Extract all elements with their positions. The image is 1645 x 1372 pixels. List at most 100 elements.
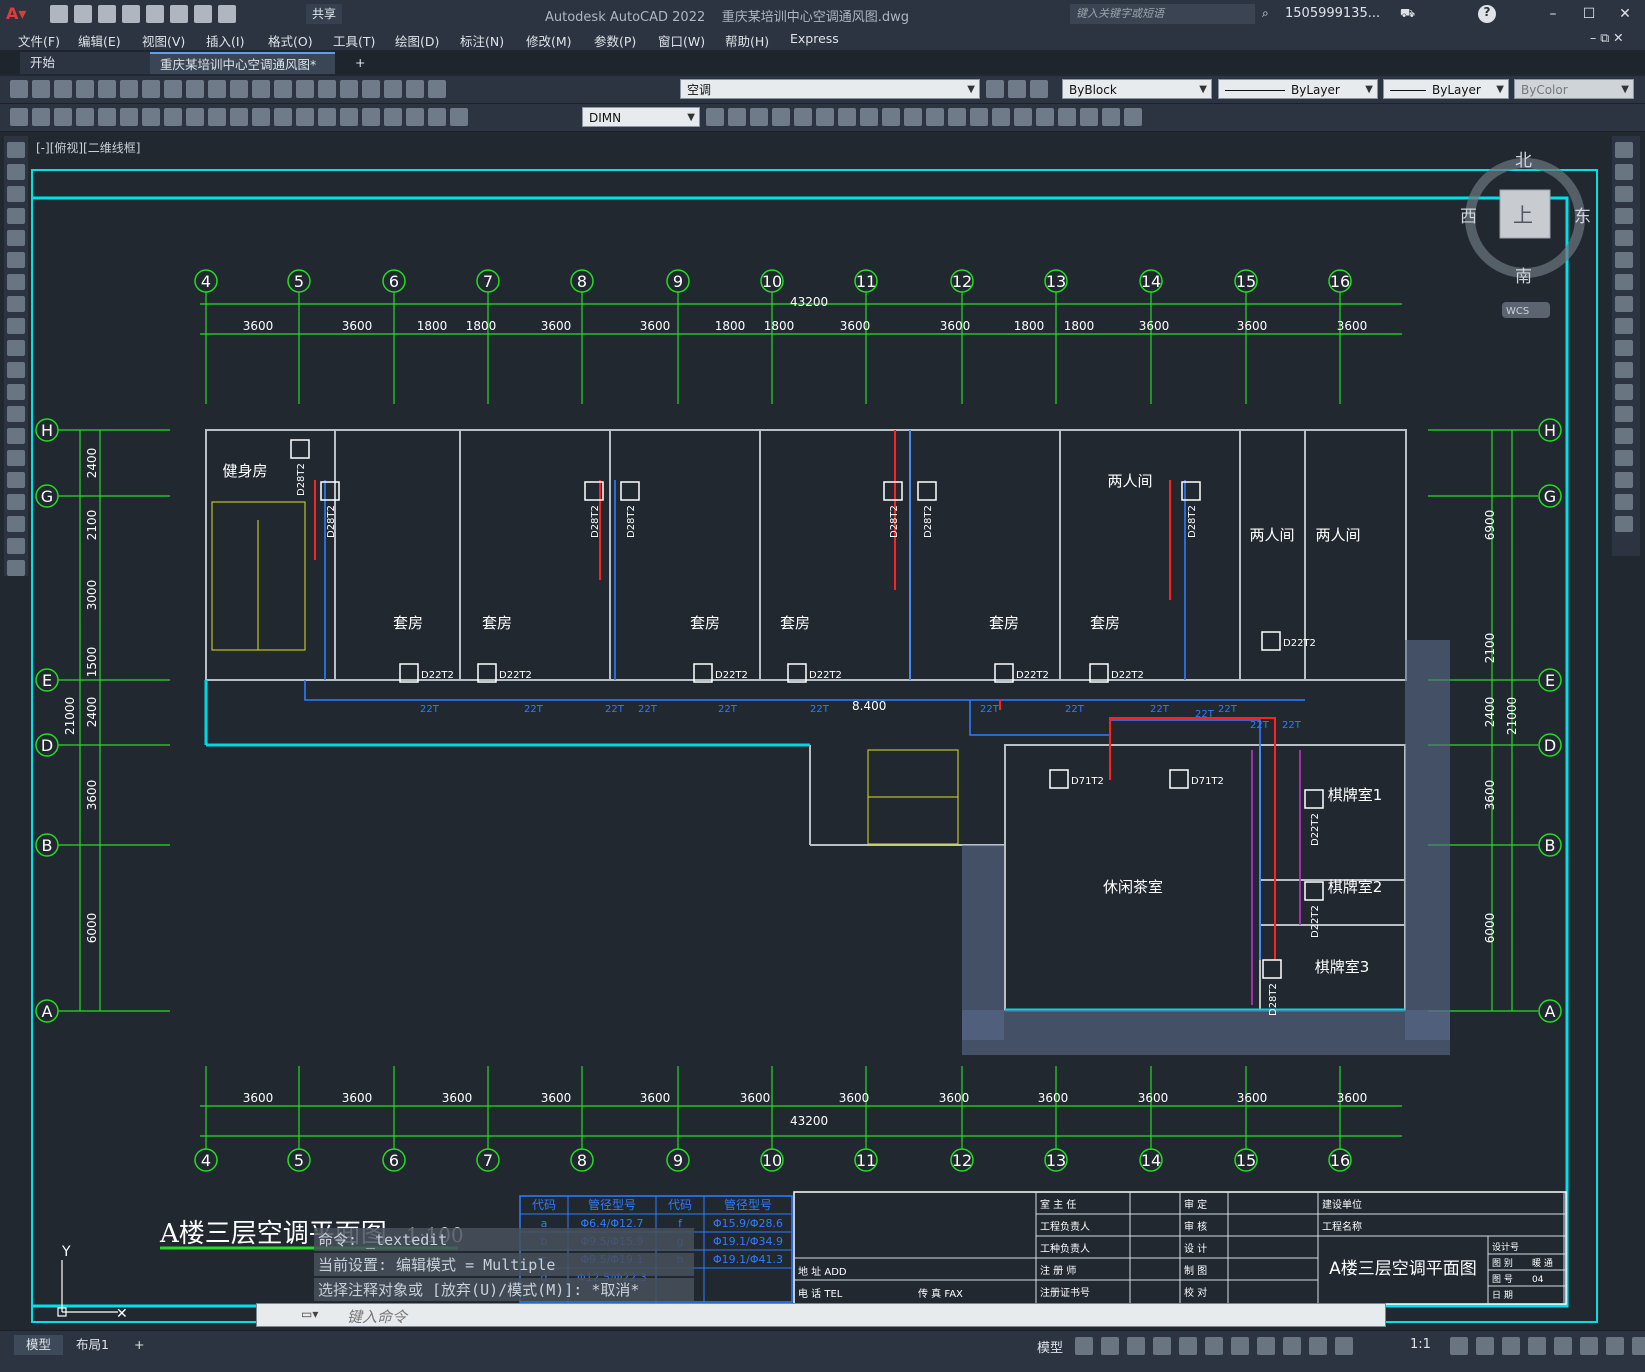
dim-break-icon[interactable]: [274, 108, 292, 126]
new-icon[interactable]: [50, 5, 68, 23]
dim-quick-icon[interactable]: [186, 108, 204, 126]
dim-style-mgr-icon[interactable]: [706, 108, 724, 126]
insert-block-icon[interactable]: [7, 384, 25, 400]
add-selected-icon[interactable]: [7, 560, 25, 576]
copy-object-icon[interactable]: [1615, 164, 1633, 180]
undo-icon[interactable]: [194, 5, 212, 23]
command-line[interactable]: ▭▾ 键入命令: [256, 1303, 1386, 1327]
wedge-icon[interactable]: [992, 108, 1010, 126]
redo-icon[interactable]: [218, 5, 236, 23]
customize-icon[interactable]: [1632, 1337, 1645, 1355]
hatch-icon[interactable]: [7, 450, 25, 466]
snap-icon[interactable]: [1101, 1337, 1119, 1355]
break-point-icon[interactable]: [1615, 384, 1633, 400]
inspect-icon[interactable]: [340, 108, 358, 126]
new-file-icon[interactable]: [10, 80, 28, 98]
properties-icon[interactable]: [318, 80, 336, 98]
revolve-icon[interactable]: [816, 108, 834, 126]
layout1-tab[interactable]: 布局1: [64, 1335, 121, 1355]
extend-icon[interactable]: [1615, 362, 1633, 378]
annotation-visibility-icon[interactable]: [1309, 1337, 1327, 1355]
tool-palette-icon[interactable]: [362, 80, 380, 98]
search-input[interactable]: 键入关键字或短语: [1070, 4, 1255, 24]
auto-scale-icon[interactable]: [1335, 1337, 1353, 1355]
align3d-icon[interactable]: [1080, 108, 1098, 126]
calc-icon[interactable]: [406, 80, 424, 98]
dim-angular-icon[interactable]: [164, 108, 182, 126]
mirror3d-icon[interactable]: [1102, 108, 1120, 126]
spline-icon[interactable]: [7, 318, 25, 334]
menu-tools[interactable]: 工具(T): [333, 31, 375, 50]
model-space-button[interactable]: 模型: [1037, 1337, 1063, 1356]
autocad-logo-icon[interactable]: A▾: [6, 4, 32, 24]
center-mark-icon[interactable]: [318, 108, 336, 126]
menu-draw[interactable]: 绘图(D): [395, 31, 439, 50]
maximize-button[interactable]: ☐: [1576, 4, 1602, 24]
array-icon[interactable]: [1615, 230, 1633, 246]
dim-baseline-icon[interactable]: [208, 108, 226, 126]
layer-select[interactable]: 空调 ▼: [680, 79, 980, 99]
menu-view[interactable]: 视图(V): [142, 31, 185, 50]
mirror-icon[interactable]: [1615, 186, 1633, 202]
viewcube-south[interactable]: 南: [1515, 267, 1532, 287]
osnap-tracking-icon[interactable]: [1205, 1337, 1223, 1355]
dim-diameter-icon[interactable]: [142, 108, 160, 126]
annotation-monitor-icon[interactable]: [1476, 1337, 1494, 1355]
dimstyle-select[interactable]: DIMN ▼: [582, 107, 700, 127]
minimize-button[interactable]: –: [1540, 4, 1566, 24]
new-tab-button[interactable]: +: [345, 52, 375, 74]
revcloud-icon[interactable]: [7, 296, 25, 312]
drawing-canvas[interactable]: 4 4 5 5 6 6 7 7 8 8 9 9 10 10 11 11 12 12 13 13 14 14 15 15 16 16…: [30, 136, 1610, 1326]
add-layout-button[interactable]: +: [122, 1335, 156, 1355]
plot-icon[interactable]: [170, 5, 188, 23]
design-center-icon[interactable]: [340, 80, 358, 98]
help-tb-icon[interactable]: [428, 80, 446, 98]
match-icon[interactable]: [186, 80, 204, 98]
viewcube-west[interactable]: 西: [1460, 207, 1477, 227]
annotation-scale[interactable]: 1:1: [1410, 1337, 1431, 1352]
menu-dimension[interactable]: 标注(N): [460, 31, 504, 50]
array3d-icon[interactable]: [1124, 108, 1142, 126]
linetype-select[interactable]: ByLayer ▼: [1218, 79, 1378, 99]
graphics-performance-icon[interactable]: [1580, 1337, 1598, 1355]
redo-tb-icon[interactable]: [230, 80, 248, 98]
search-icon[interactable]: ⌕: [1262, 6, 1269, 21]
viewcube-north[interactable]: 北: [1515, 151, 1532, 171]
slice-icon[interactable]: [838, 108, 856, 126]
viewcube-east[interactable]: 东: [1574, 207, 1591, 227]
blend-icon[interactable]: [1615, 494, 1633, 510]
dim-ordinate-icon[interactable]: [76, 108, 94, 126]
paste-icon[interactable]: [164, 80, 182, 98]
layer-prev-icon[interactable]: [1008, 80, 1026, 98]
dim-edit-icon[interactable]: [384, 108, 402, 126]
save-file-icon[interactable]: [54, 80, 72, 98]
user-account[interactable]: 1505999135...: [1285, 6, 1380, 21]
color-select[interactable]: ByBlock ▼: [1062, 79, 1212, 99]
cylinder-icon[interactable]: [948, 108, 966, 126]
zoom-icon[interactable]: [274, 80, 292, 98]
help-icon[interactable]: ?: [1478, 5, 1496, 23]
save-as-icon[interactable]: [122, 5, 140, 23]
open-file-icon[interactable]: [32, 80, 50, 98]
dim-jogged-icon[interactable]: [120, 108, 138, 126]
zoom-window-icon[interactable]: [296, 80, 314, 98]
menu-edit[interactable]: 编辑(E): [78, 31, 121, 50]
table-icon[interactable]: [7, 516, 25, 532]
transparency-icon[interactable]: [1283, 1337, 1301, 1355]
dim-text-edit-icon[interactable]: [406, 108, 424, 126]
join-icon[interactable]: [1615, 428, 1633, 444]
dim-update-icon[interactable]: [428, 108, 446, 126]
share-button[interactable]: 共享: [306, 4, 343, 24]
menu-parametric[interactable]: 参数(P): [594, 31, 636, 50]
command-input[interactable]: 键入命令: [347, 1306, 407, 1327]
jog-line-icon[interactable]: [362, 108, 380, 126]
offset-icon[interactable]: [1615, 208, 1633, 224]
trim-icon[interactable]: [1615, 340, 1633, 356]
torus-icon[interactable]: [1014, 108, 1032, 126]
workspace-gear-icon[interactable]: [1450, 1337, 1468, 1355]
preview-icon[interactable]: [98, 80, 116, 98]
grid-icon[interactable]: [1075, 1337, 1093, 1355]
menu-modify[interactable]: 修改(M): [526, 31, 572, 50]
lineweight-toggle-icon[interactable]: [1257, 1337, 1275, 1355]
close-button[interactable]: ✕: [1612, 4, 1638, 24]
